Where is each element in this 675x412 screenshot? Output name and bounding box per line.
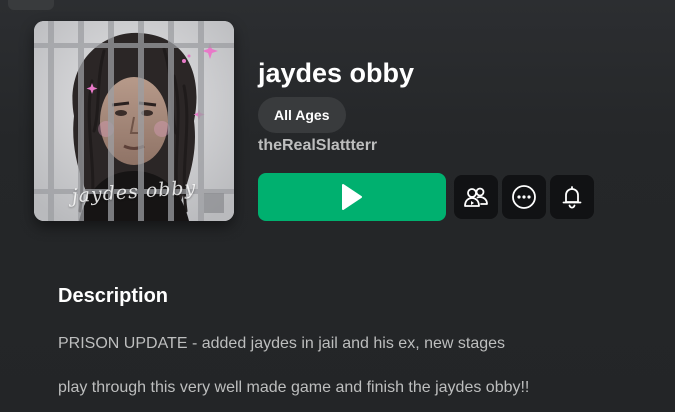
- age-rating-badge[interactable]: All Ages: [258, 97, 346, 133]
- game-details-page: jaydes obby jaydes obby All Ages theReal…: [0, 0, 675, 412]
- notify-button[interactable]: [550, 175, 594, 219]
- notification-bell-icon: [562, 186, 582, 209]
- party-icon: [464, 187, 488, 207]
- description-line: PRISON UPDATE - added jaydes in jail and…: [58, 335, 506, 352]
- creator-link[interactable]: theRealSlattterr: [258, 137, 377, 155]
- game-title: jaydes obby: [258, 58, 415, 88]
- play-button[interactable]: [258, 173, 446, 221]
- party-button[interactable]: [454, 175, 498, 219]
- description-line: play through this very well made game an…: [58, 379, 530, 396]
- play-icon: [342, 184, 362, 210]
- more-options-button[interactable]: [502, 175, 546, 219]
- game-thumbnail[interactable]: jaydes obby: [34, 21, 234, 221]
- more-options-icon: [512, 185, 536, 209]
- top-tab-stub: [8, 0, 54, 10]
- description-heading: Description: [58, 285, 169, 307]
